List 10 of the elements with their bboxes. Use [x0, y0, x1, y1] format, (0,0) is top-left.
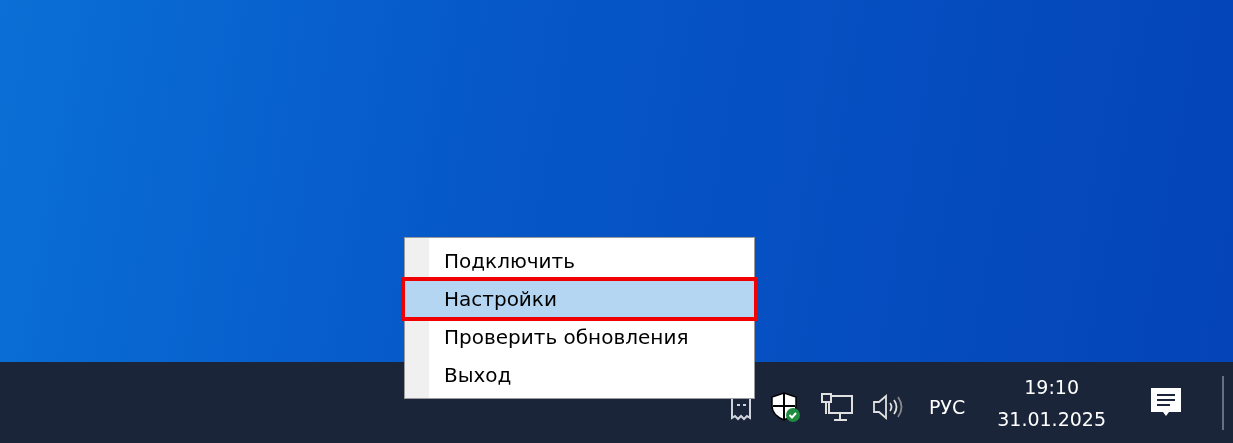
speaker-icon[interactable] [871, 392, 904, 421]
menu-item[interactable]: Проверить обновления [405, 318, 754, 356]
menu-item[interactable]: Подключить [405, 242, 754, 280]
clock-time[interactable]: 19:10 [1024, 375, 1079, 398]
shield-icon[interactable] [769, 390, 802, 423]
network-icon[interactable] [819, 391, 854, 422]
menu-item[interactable]: Настройки [404, 280, 755, 318]
menu-item[interactable]: Выход [405, 356, 754, 394]
clock-date[interactable]: 31.01.2025 [997, 407, 1106, 430]
language-indicator[interactable]: РУС [926, 389, 968, 424]
